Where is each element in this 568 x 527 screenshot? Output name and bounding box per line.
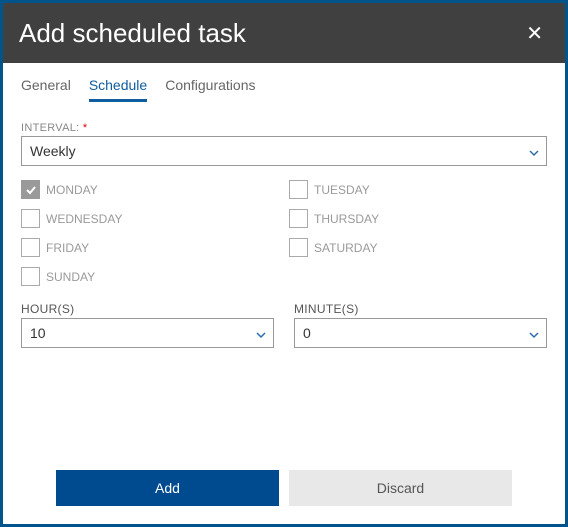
day-tuesday: TUESDAY <box>289 180 547 199</box>
chevron-down-icon <box>255 328 265 338</box>
interval-label-text: INTERVAL: <box>21 122 80 134</box>
friday-checkbox[interactable] <box>21 238 40 257</box>
minutes-value: 0 <box>303 325 311 341</box>
tab-schedule[interactable]: Schedule <box>89 77 147 102</box>
minutes-label: MINUTE(S) <box>294 302 547 316</box>
wednesday-label: WEDNESDAY <box>46 212 122 226</box>
hours-value: 10 <box>30 325 46 341</box>
day-friday: FRIDAY <box>21 238 279 257</box>
day-saturday: SATURDAY <box>289 238 547 257</box>
discard-button[interactable]: Discard <box>289 470 512 506</box>
tab-general[interactable]: General <box>21 77 71 102</box>
hours-column: HOUR(S) 10 <box>21 302 274 348</box>
thursday-label: THURSDAY <box>314 212 379 226</box>
saturday-checkbox[interactable] <box>289 238 308 257</box>
minutes-column: MINUTE(S) 0 <box>294 302 547 348</box>
chevron-down-icon <box>528 146 538 156</box>
interval-value: Weekly <box>30 143 76 159</box>
day-thursday: THURSDAY <box>289 209 547 228</box>
hours-label: HOUR(S) <box>21 302 274 316</box>
interval-select[interactable]: Weekly <box>21 136 547 166</box>
interval-label: INTERVAL: * <box>21 122 547 134</box>
tabs: General Schedule Configurations <box>3 63 565 102</box>
day-sunday: SUNDAY <box>21 267 279 286</box>
friday-label: FRIDAY <box>46 241 89 255</box>
time-row: HOUR(S) 10 MINUTE(S) 0 <box>21 302 547 348</box>
thursday-checkbox[interactable] <box>289 209 308 228</box>
day-monday: MONDAY <box>21 180 279 199</box>
day-wednesday: WEDNESDAY <box>21 209 279 228</box>
dialog-title: Add scheduled task <box>19 18 246 49</box>
sunday-label: SUNDAY <box>46 270 95 284</box>
dialog-footer: Add Discard <box>3 460 565 524</box>
sunday-checkbox[interactable] <box>21 267 40 286</box>
required-asterisk: * <box>83 122 88 134</box>
close-icon[interactable]: ✕ <box>520 17 549 50</box>
saturday-label: SATURDAY <box>314 241 378 255</box>
days-grid: MONDAY TUESDAY WEDNESDAY THURSDAY FRIDAY… <box>21 180 547 286</box>
titlebar: Add scheduled task ✕ <box>3 3 565 63</box>
monday-checkbox[interactable] <box>21 180 40 199</box>
chevron-down-icon <box>528 328 538 338</box>
dialog-body: INTERVAL: * Weekly MONDAY TUESDAY WEDN <box>3 102 565 460</box>
tuesday-checkbox[interactable] <box>289 180 308 199</box>
tuesday-label: TUESDAY <box>314 183 370 197</box>
monday-label: MONDAY <box>46 183 98 197</box>
wednesday-checkbox[interactable] <box>21 209 40 228</box>
hours-select[interactable]: 10 <box>21 318 274 348</box>
add-scheduled-task-dialog: Add scheduled task ✕ General Schedule Co… <box>0 0 568 527</box>
add-button[interactable]: Add <box>56 470 279 506</box>
minutes-select[interactable]: 0 <box>294 318 547 348</box>
tab-configurations[interactable]: Configurations <box>165 77 255 102</box>
